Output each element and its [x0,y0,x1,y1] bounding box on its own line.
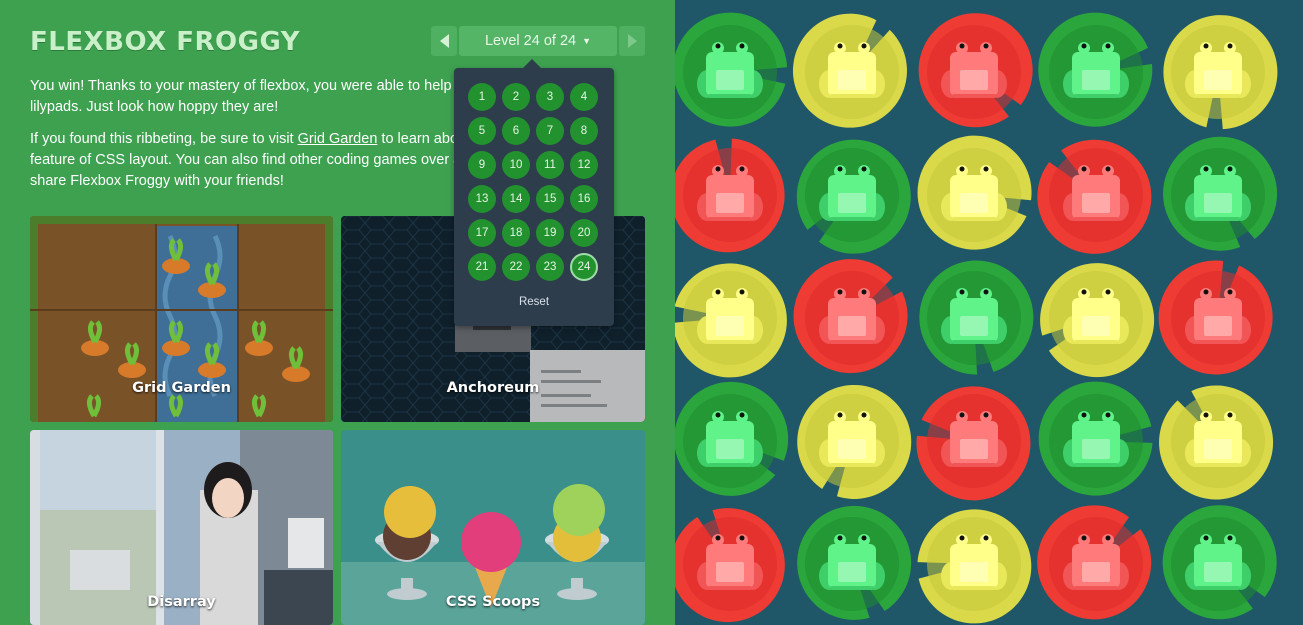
promo-text-1: If you found this ribbeting, be sure to … [30,131,298,147]
level-button-13[interactable]: 13 [468,185,496,213]
grid-garden-link[interactable]: Grid Garden [298,131,378,147]
level-indicator[interactable]: Level 24 of 24 ▼ [459,26,617,56]
level-dropdown: 1 2 3 4 5 6 7 8 9 10 11 12 13 14 15 16 17 18 19 20 21 22 23 24 … [454,59,614,326]
level-button-5[interactable]: 5 [468,117,496,145]
level-button-11[interactable]: 11 [536,151,564,179]
lilypad-yellow [1159,385,1273,500]
level-button-6[interactable]: 6 [502,117,530,145]
level-button-18[interactable]: 18 [502,219,530,247]
level-button-21[interactable]: 21 [468,253,496,281]
next-level-button[interactable] [619,26,645,56]
game-card-disarray[interactable]: Disarray [30,430,333,625]
pond-board [675,12,1278,624]
previous-level-button[interactable] [431,26,457,56]
level-button-17[interactable]: 17 [468,219,496,247]
lilypad-red [1037,139,1152,254]
lilypad-green [675,381,789,496]
game-card-label: Disarray [147,594,216,610]
lilypad-green [1163,136,1277,251]
game-card-grid-garden[interactable]: Grid Garden [30,216,333,422]
pond [675,0,1303,625]
game-card-css-scoops[interactable]: CSS Scoops [341,430,645,625]
lilypad-yellow [1163,15,1278,130]
level-button-12[interactable]: 12 [570,151,598,179]
caret-down-icon: ▼ [582,36,592,46]
lilypad-red [1037,505,1152,620]
lilypad-green [1162,505,1277,620]
level-button-3[interactable]: 3 [536,83,564,111]
promo-text-4: feature of CSS layout. You can also find… [30,152,466,168]
level-button-22[interactable]: 22 [502,253,530,281]
arrow-right-icon [627,34,637,48]
lilypad-red [1158,260,1273,375]
level-button-20[interactable]: 20 [570,219,598,247]
game-card-label: Grid Garden [132,380,231,396]
lilypad-yellow [675,263,787,378]
level-button-14[interactable]: 14 [502,185,530,213]
level-button-10[interactable]: 10 [502,151,530,179]
level-button-2[interactable]: 2 [502,83,530,111]
lilypad-yellow [792,13,907,128]
level-button-19[interactable]: 19 [536,219,564,247]
level-label: Level 24 of 24 [484,33,577,49]
dropdown-pointer [523,59,541,68]
lilypad-green [1038,381,1153,496]
lilypad-red [675,508,785,623]
lilypad-red [918,13,1033,128]
page-title: FLEXBOX FROGGY [30,27,301,57]
reset-button[interactable]: Reset [454,296,614,308]
level-button-7[interactable]: 7 [536,117,564,145]
lilypad-green [796,139,911,254]
level-button-16[interactable]: 16 [570,185,598,213]
level-button-8[interactable]: 8 [570,117,598,145]
lilypad-green [1038,12,1153,127]
lilypad-green [797,505,912,620]
arrow-left-icon [439,34,449,48]
game-card-label: Anchoreum [446,380,540,396]
level-button-4[interactable]: 4 [570,83,598,111]
lilypad-red [793,259,908,373]
lilypad-yellow [1040,263,1155,378]
promo-text-2: to learn abo [377,131,459,147]
game-card-label: CSS Scoops [445,594,541,610]
win-message-line-1: You win! Thanks to your mastery of flexb… [30,78,452,94]
win-message-line-2: lilypads. Just look how hoppy they are! [30,99,279,115]
sidebar: FLEXBOX FROGGY Level 24 of 24 ▼ You win!… [0,0,675,625]
lilypad-green [675,12,788,127]
lilypad-yellow [797,384,912,499]
lilypad-yellow [917,509,1032,624]
lilypad-yellow [917,135,1032,250]
level-button-1[interactable]: 1 [468,83,496,111]
level-button-15[interactable]: 15 [536,185,564,213]
lilypad-red [675,138,785,253]
lilypad-red [916,386,1031,501]
level-button-23[interactable]: 23 [536,253,564,281]
level-button-9[interactable]: 9 [468,151,496,179]
level-button-24[interactable]: 24 [570,253,598,281]
level-navigation: Level 24 of 24 ▼ [431,26,645,56]
promo-text-5: share Flexbox Froggy with your friends! [30,173,284,189]
lilypad-green [919,260,1034,375]
